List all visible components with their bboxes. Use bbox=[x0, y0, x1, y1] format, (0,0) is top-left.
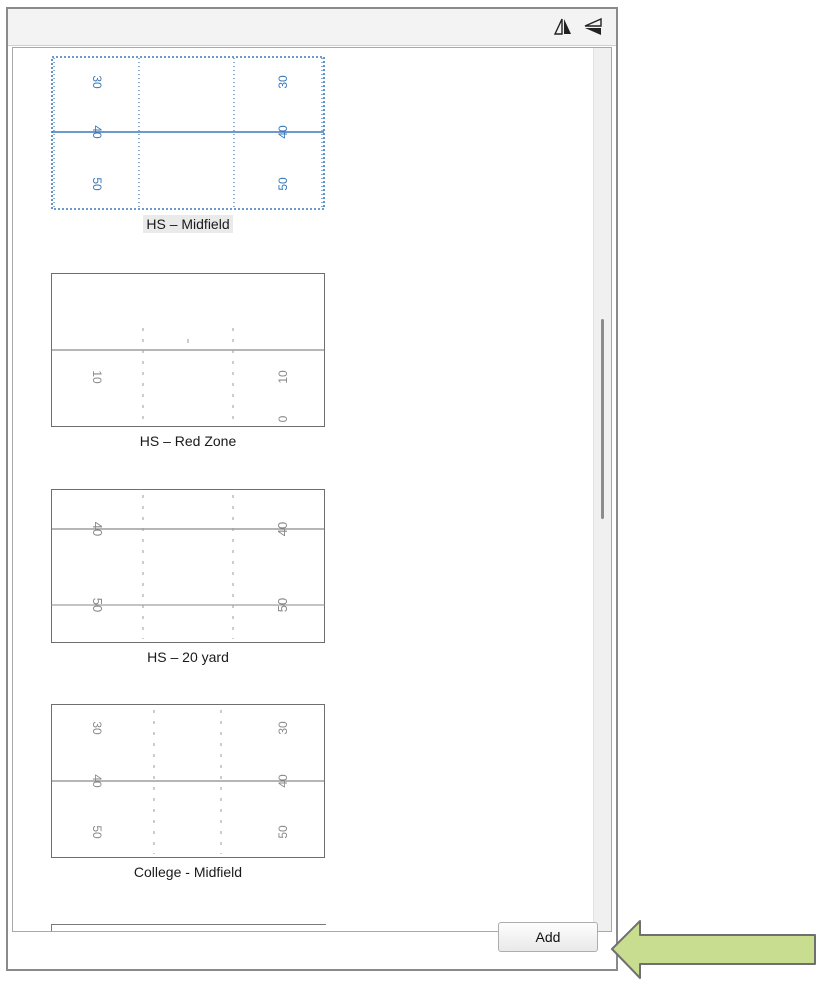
yard-number: 30 bbox=[90, 75, 104, 89]
yard-number: 30 bbox=[276, 721, 290, 735]
field-thumbnail: 30 40 50 30 40 50 bbox=[51, 56, 325, 210]
yard-number: 50 bbox=[90, 825, 104, 839]
formation-label: HS – 20 yard bbox=[147, 649, 229, 665]
yard-number: 40 bbox=[276, 125, 290, 139]
yard-number: 40 bbox=[90, 522, 105, 536]
scroll-thumb[interactable] bbox=[601, 319, 604, 519]
field-thumbnail: 10 10 0 bbox=[51, 273, 325, 427]
formation-list[interactable]: 30 40 50 30 40 50 HS – Midfield 10 10 0 bbox=[12, 47, 612, 932]
yard-number: 50 bbox=[90, 177, 104, 191]
hint-arrow-icon bbox=[611, 920, 816, 979]
toolbar bbox=[8, 9, 616, 46]
formation-item-partial[interactable] bbox=[51, 924, 326, 931]
formation-item-college-midfield[interactable]: 30 40 50 30 40 50 College - Midfield bbox=[51, 704, 325, 880]
formation-label: College - Midfield bbox=[133, 864, 243, 880]
flip-horizontal-icon[interactable] bbox=[553, 17, 573, 37]
formation-label: HS – Midfield bbox=[51, 215, 325, 233]
formation-item-hs-red-zone[interactable]: 10 10 0 HS – Red Zone bbox=[51, 273, 325, 449]
yard-number: 50 bbox=[276, 825, 290, 839]
yard-number: 30 bbox=[276, 75, 290, 89]
flip-vertical-icon[interactable] bbox=[583, 17, 603, 37]
yard-number: 50 bbox=[275, 598, 290, 612]
field-thumbnail: 30 40 50 30 40 50 bbox=[51, 704, 325, 858]
yard-number: 40 bbox=[90, 774, 104, 788]
yard-number: 10 bbox=[90, 370, 104, 384]
formation-item-hs-midfield[interactable]: 30 40 50 30 40 50 HS – Midfield bbox=[51, 56, 325, 233]
vertical-scrollbar[interactable] bbox=[593, 48, 611, 931]
yard-number: 50 bbox=[90, 598, 105, 612]
yard-number: 0 bbox=[276, 415, 290, 422]
yard-number: 30 bbox=[90, 721, 104, 735]
field-thumbnail: 40 50 40 50 bbox=[51, 489, 325, 643]
yard-number: 10 bbox=[276, 370, 290, 384]
formation-label: HS – Red Zone bbox=[139, 433, 237, 449]
yard-number: 50 bbox=[276, 177, 290, 191]
yard-number: 40 bbox=[90, 125, 104, 139]
yard-number: 40 bbox=[276, 774, 290, 788]
formation-picker-window: 30 40 50 30 40 50 HS – Midfield 10 10 0 bbox=[6, 7, 618, 971]
add-button[interactable]: Add bbox=[498, 922, 598, 952]
yard-number: 40 bbox=[275, 522, 290, 536]
formation-item-hs-20-yard[interactable]: 40 50 40 50 HS – 20 yard bbox=[51, 489, 325, 665]
